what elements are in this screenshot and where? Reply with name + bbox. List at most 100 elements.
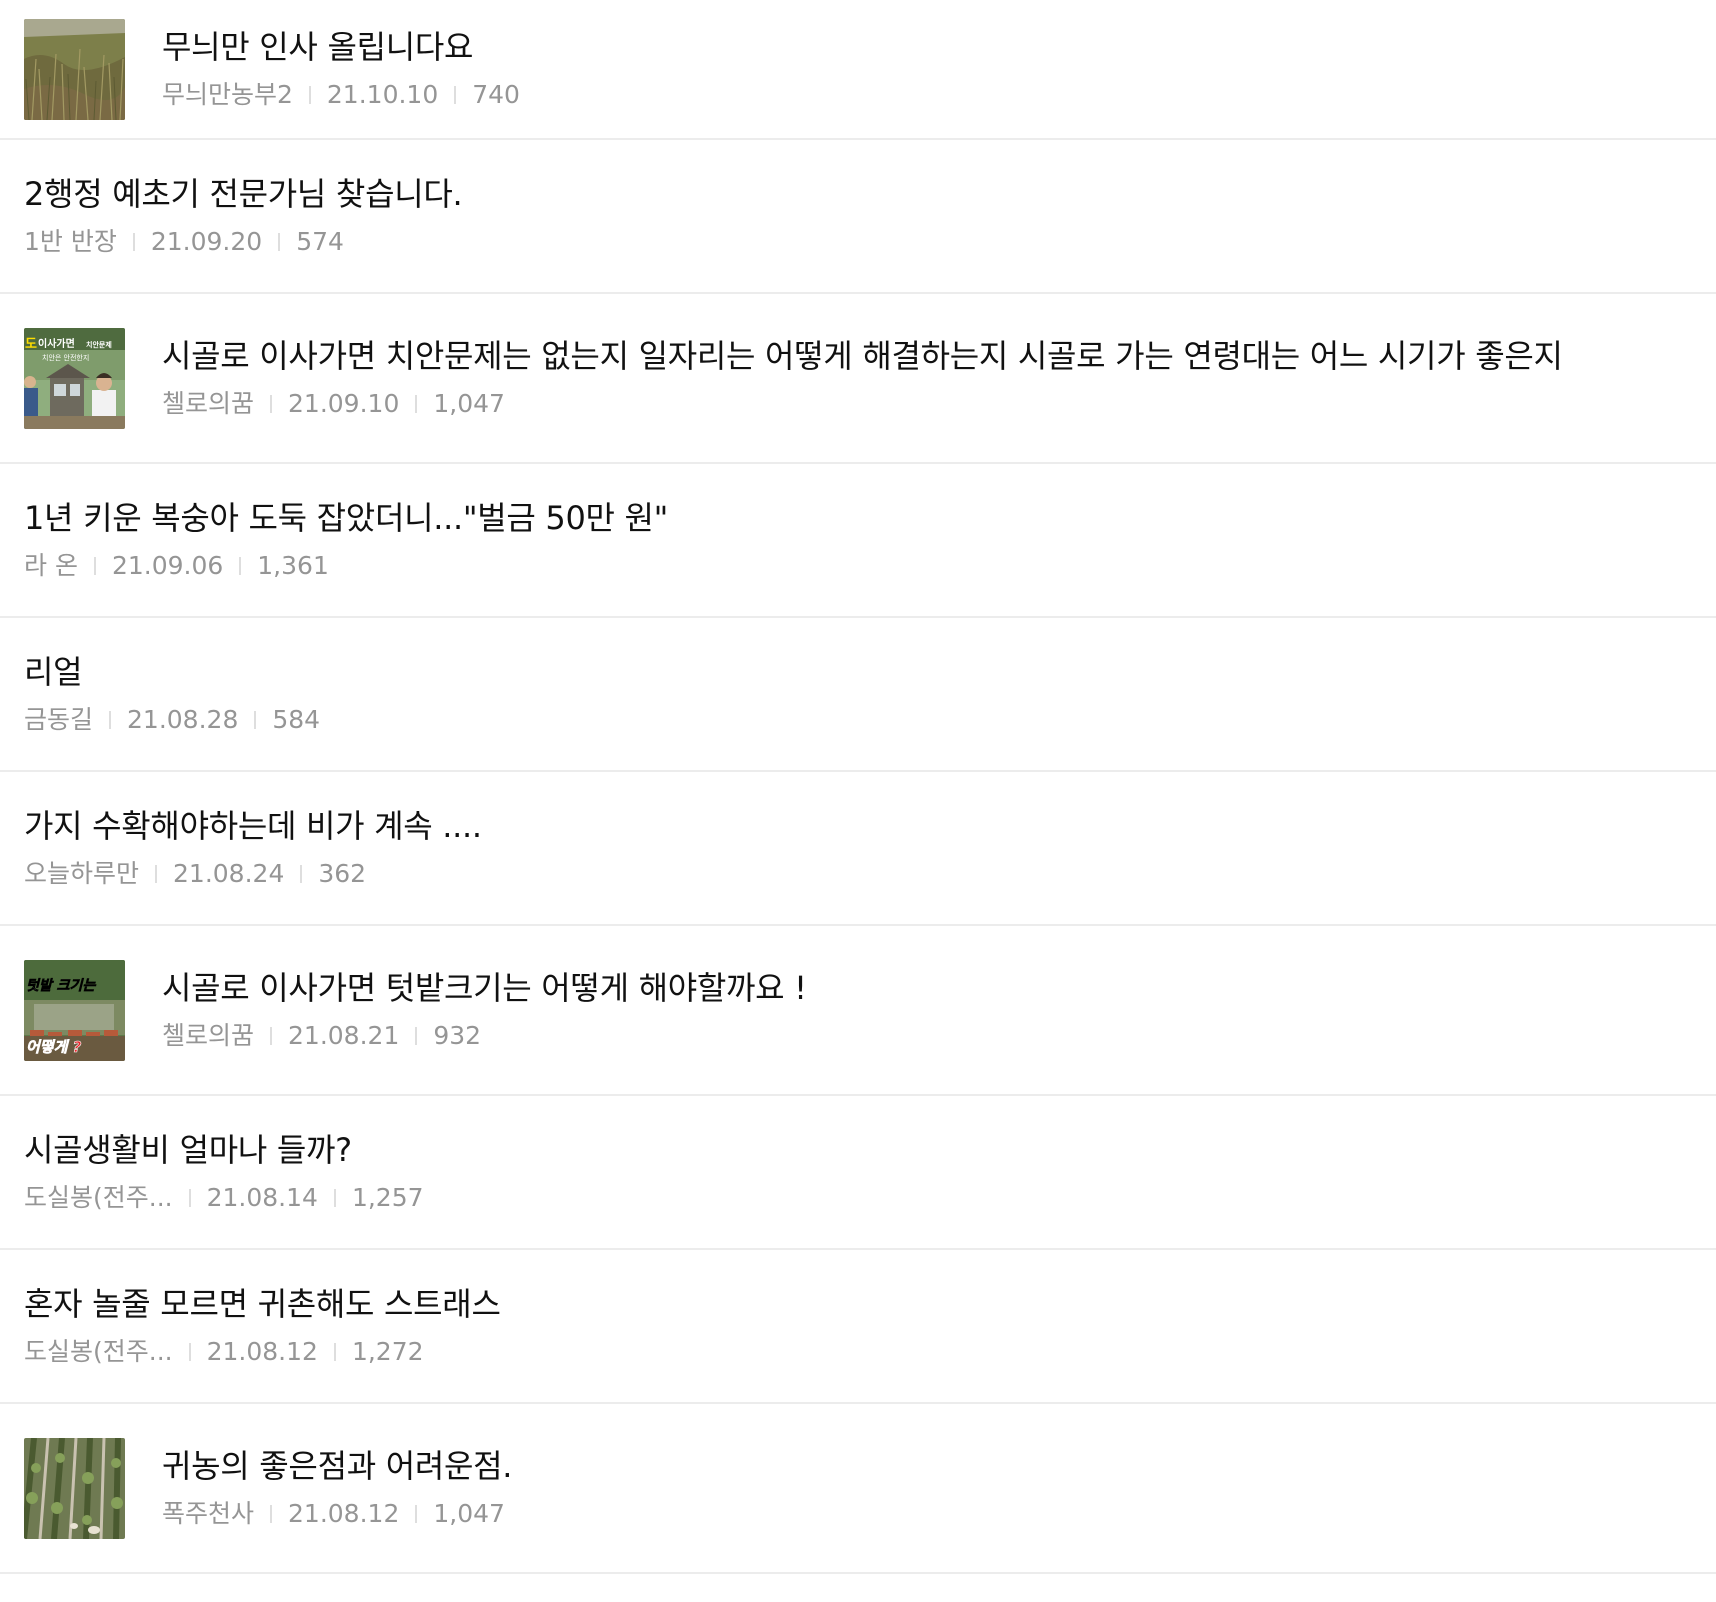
meta-divider — [333, 1189, 336, 1207]
post-list: 무늬만 인사 올립니다요 무늬만농부2 21.10.10 740 2행정 예초기… — [0, 0, 1716, 1574]
post-author: 오늘하루만 — [24, 859, 140, 888]
post-text: 가지 수확해야하는데 비가 계속 .... 오늘하루만 21.08.24 362 — [24, 806, 482, 890]
meta-divider — [270, 1505, 273, 1523]
video-garden-image: 텃밭 크기는 어떻게 ? — [24, 959, 125, 1061]
meta-divider — [270, 395, 273, 413]
post-views: 1,257 — [351, 1183, 424, 1212]
thumb-corner-text: 도 — [25, 337, 37, 352]
post-text: 시골로 이사가면 치안문제는 없는지 일자리는 어떻게 해결하는지 시골로 가는… — [162, 336, 1563, 420]
post-author: 폭주천사 — [162, 1499, 255, 1528]
post-meta: 폭주천사 21.08.12 1,047 — [162, 1498, 512, 1530]
post-text: 혼자 놀줄 모르면 귀촌해도 스트래스 도실봉(전주... 21.08.12 1… — [24, 1284, 501, 1368]
post-meta: 금동길 21.08.28 584 — [24, 704, 320, 736]
post-views: 740 — [472, 80, 520, 109]
list-item[interactable]: 귀농의 좋은점과 어려운점. 폭주천사 21.08.12 1,047 — [0, 1404, 1716, 1574]
post-text: 시골로 이사가면 텃밭크기는 어떻게 해야할까요 ! 첼로의꿈 21.08.21… — [162, 968, 807, 1052]
meta-divider — [254, 711, 257, 729]
post-author: 라 온 — [24, 551, 78, 580]
meta-divider — [132, 233, 135, 251]
post-views: 574 — [296, 227, 344, 256]
post-date: 21.08.28 — [127, 705, 239, 734]
post-date: 21.08.24 — [173, 859, 285, 888]
post-meta: 도실봉(전주... 21.08.14 1,257 — [24, 1182, 424, 1214]
post-thumbnail[interactable]: 텃밭 크기는 어떻게 ? — [24, 959, 125, 1061]
post-date: 21.09.10 — [288, 389, 400, 418]
post-title[interactable]: 1년 키운 복숭아 도둑 잡았더니..."벌금 50만 원" — [24, 498, 668, 538]
meta-divider — [300, 865, 303, 883]
list-item[interactable]: 리얼 금동길 21.08.28 584 — [0, 618, 1716, 772]
post-date: 21.08.12 — [206, 1337, 318, 1366]
post-date: 21.08.12 — [288, 1499, 400, 1528]
list-item[interactable]: 무늬만 인사 올립니다요 무늬만농부2 21.10.10 740 — [0, 0, 1716, 140]
post-date: 21.10.10 — [326, 80, 439, 109]
meta-divider — [188, 1189, 191, 1207]
post-thumbnail[interactable] — [24, 1437, 125, 1539]
post-author: 첼로의꿈 — [162, 1021, 255, 1050]
meta-divider — [155, 865, 158, 883]
post-title[interactable]: 2행정 예초기 전문가님 찾습니다. — [24, 174, 463, 214]
list-item[interactable]: 시골생활비 얼마나 들까? 도실봉(전주... 21.08.14 1,257 — [0, 1096, 1716, 1250]
meta-divider — [308, 86, 311, 104]
post-title[interactable]: 귀농의 좋은점과 어려운점. — [162, 1446, 512, 1486]
post-date: 21.09.06 — [111, 551, 224, 580]
post-meta: 도실봉(전주... 21.08.12 1,272 — [24, 1336, 501, 1368]
post-views: 1,272 — [351, 1337, 424, 1366]
post-meta: 라 온 21.09.06 1,361 — [24, 550, 668, 582]
meta-divider — [415, 1027, 418, 1045]
post-meta: 1반 반장 21.09.20 574 — [24, 226, 462, 258]
post-author: 1반 반장 — [24, 227, 117, 256]
meta-divider — [278, 233, 281, 251]
meta-divider — [109, 711, 112, 729]
post-title[interactable]: 무늬만 인사 올립니다요 — [162, 27, 520, 67]
post-author: 금동길 — [24, 705, 94, 734]
post-text: 2행정 예초기 전문가님 찾습니다. 1반 반장 21.09.20 574 — [24, 174, 463, 258]
post-title[interactable]: 시골로 이사가면 텃밭크기는 어떻게 해야할까요 ! — [162, 968, 807, 1008]
post-date: 21.08.21 — [288, 1021, 400, 1050]
meta-divider — [454, 86, 457, 104]
post-views: 362 — [318, 859, 367, 888]
post-meta: 무늬만농부2 21.10.10 740 — [162, 79, 520, 111]
post-title[interactable]: 시골생활비 얼마나 들까? — [24, 1130, 424, 1170]
post-thumbnail[interactable] — [24, 18, 125, 120]
meta-divider — [188, 1343, 191, 1361]
grass-field-image — [24, 18, 125, 120]
post-thumbnail[interactable]: 도 이사가면 치안문제 치안은 안전한지 — [24, 327, 125, 429]
post-text: 1년 키운 복숭아 도둑 잡았더니..."벌금 50만 원" 라 온 21.09… — [24, 498, 668, 582]
list-item[interactable]: 도 이사가면 치안문제 치안은 안전한지 시골로 이사가면 치안문제는 없는지 … — [0, 294, 1716, 464]
list-item[interactable]: 텃밭 크기는 어떻게 ? 시골로 이사가면 텃밭크기는 어떻게 해야할까요 ! … — [0, 926, 1716, 1096]
list-item[interactable]: 2행정 예초기 전문가님 찾습니다. 1반 반장 21.09.20 574 — [0, 140, 1716, 294]
post-views: 932 — [433, 1021, 482, 1050]
post-title[interactable]: 가지 수확해야하는데 비가 계속 .... — [24, 806, 482, 846]
post-title[interactable]: 혼자 놀줄 모르면 귀촌해도 스트래스 — [24, 1284, 501, 1324]
meta-divider — [333, 1343, 336, 1361]
thumb-top2-text: 치안문제 — [86, 340, 112, 349]
meta-divider — [415, 1505, 418, 1523]
thumb-top-text: 텃밭 크기는 — [26, 978, 96, 994]
post-views: 584 — [272, 705, 321, 734]
list-item[interactable]: 가지 수확해야하는데 비가 계속 .... 오늘하루만 21.08.24 362 — [0, 772, 1716, 926]
post-views: 1,047 — [433, 389, 505, 418]
post-views: 1,047 — [433, 1499, 505, 1528]
list-item[interactable]: 혼자 놀줄 모르면 귀촌해도 스트래스 도실봉(전주... 21.08.12 1… — [0, 1250, 1716, 1404]
meta-divider — [93, 557, 96, 575]
thumb-sub-text: 치안은 안전한지 — [42, 353, 89, 362]
thumb-bottom-text: 어떻게 ? — [26, 1038, 82, 1056]
list-item[interactable]: 1년 키운 복숭아 도둑 잡았더니..."벌금 50만 원" 라 온 21.09… — [0, 464, 1716, 618]
post-text: 무늬만 인사 올립니다요 무늬만농부2 21.10.10 740 — [162, 27, 520, 111]
post-author: 무늬만농부2 — [162, 80, 293, 109]
meta-divider — [415, 395, 418, 413]
post-text: 시골생활비 얼마나 들까? 도실봉(전주... 21.08.14 1,257 — [24, 1130, 424, 1214]
post-title[interactable]: 리얼 — [24, 652, 320, 692]
meta-divider — [270, 1027, 273, 1045]
crop-rows-image — [24, 1437, 125, 1539]
post-date: 21.08.14 — [206, 1183, 318, 1212]
post-text: 귀농의 좋은점과 어려운점. 폭주천사 21.08.12 1,047 — [162, 1446, 512, 1530]
post-author: 도실봉(전주... — [24, 1183, 173, 1212]
post-author: 도실봉(전주... — [24, 1337, 173, 1366]
post-title[interactable]: 시골로 이사가면 치안문제는 없는지 일자리는 어떻게 해결하는지 시골로 가는… — [162, 336, 1563, 376]
post-meta: 오늘하루만 21.08.24 362 — [24, 858, 482, 890]
video-house-image: 도 이사가면 치안문제 치안은 안전한지 — [24, 327, 125, 429]
meta-divider — [239, 557, 242, 575]
post-meta: 첼로의꿈 21.09.10 1,047 — [162, 388, 1563, 420]
post-date: 21.09.20 — [150, 227, 263, 256]
